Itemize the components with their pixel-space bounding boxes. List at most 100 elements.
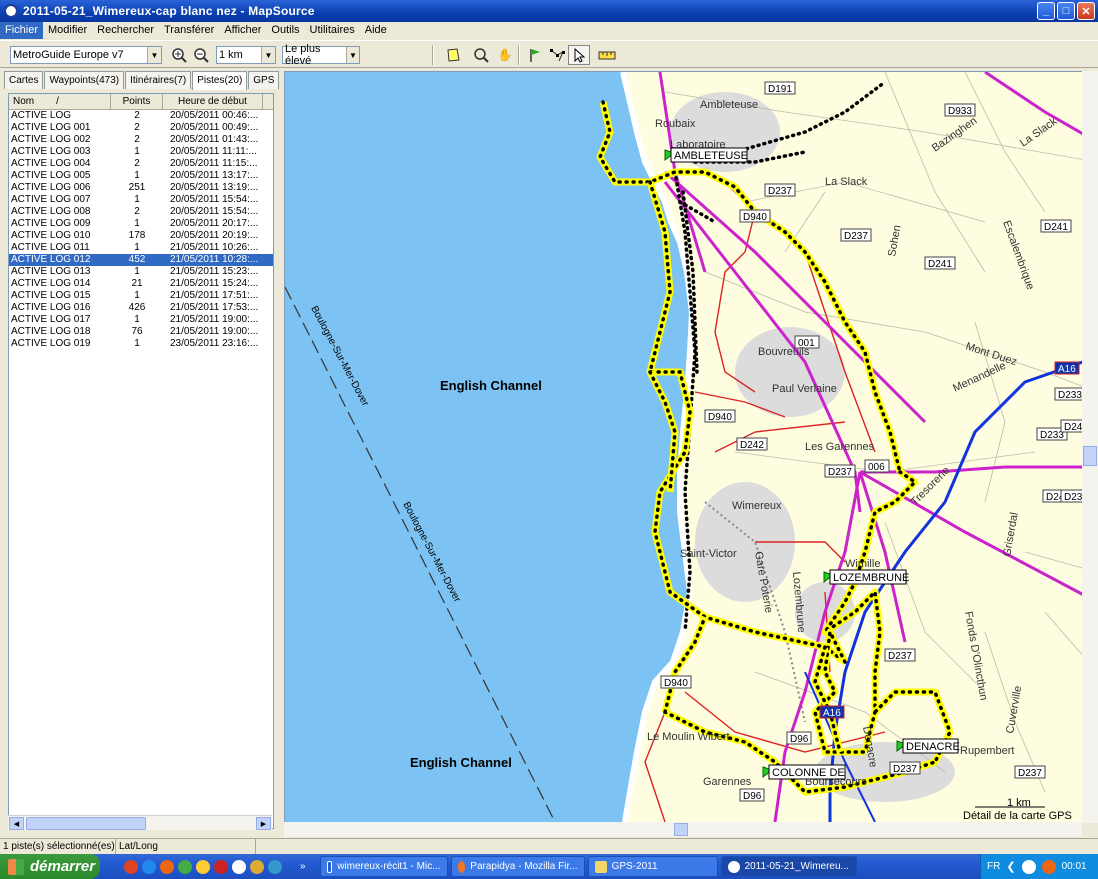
task-word[interactable]: wimereux-récit1 - Mic... [319,856,448,877]
track-name: ACTIVE LOG 001 [11,122,91,133]
waypoint[interactable]: DENACRE [896,738,960,754]
table-row[interactable]: ACTIVE LOG 017 1 21/05/2011 19:00:... [9,314,273,326]
language-indicator[interactable]: FR [987,861,1000,872]
chevron-down-icon[interactable]: ▼ [261,47,275,63]
track-start-time: 21/05/2011 17:53:... [170,302,259,313]
tray-app-icon[interactable] [1021,859,1036,874]
menu-utilitaires[interactable]: Utilitaires [305,22,360,39]
zoom-in-icon[interactable] [168,45,190,65]
table-row[interactable]: ACTIVE LOG 003 1 20/05/2011 11:11:... [9,146,273,158]
map-view[interactable]: D191 D933 D237 D940 D237 D241 D241 001 A16 D233 D9… [284,71,1098,823]
tab-pistes[interactable]: Pistes(20) [192,71,248,90]
svg-text:D237: D237 [768,186,792,197]
quicklaunch-app-icon[interactable] [196,859,210,874]
hand-pan-icon[interactable]: ✋ [494,45,516,65]
quicklaunch-app-icon[interactable] [178,859,192,874]
maximize-button[interactable]: □ [1057,2,1075,20]
zoom-tool-icon[interactable] [470,45,492,65]
quicklaunch-app-icon[interactable] [124,859,138,874]
waypoint[interactable]: COLONNE DE [762,764,846,780]
tab-waypoints[interactable]: Waypoints(473) [44,71,125,89]
track-points: 1 [134,218,140,229]
quicklaunch-app-icon[interactable] [214,859,228,874]
chevron-left-icon[interactable]: ❮ [1006,860,1015,873]
close-button[interactable]: ✕ [1077,2,1095,20]
scroll-thumb[interactable] [1083,446,1097,466]
table-row[interactable]: ACTIVE LOG 008 2 20/05/2011 15:54:... [9,206,273,218]
table-row[interactable]: ACTIVE LOG 011 1 21/05/2011 10:26:... [9,242,273,254]
map-tool-icon[interactable] [442,45,464,65]
quicklaunch-app-icon[interactable] [268,859,282,874]
table-row[interactable]: ACTIVE LOG 001 2 20/05/2011 00:49:... [9,122,273,134]
menu-outils[interactable]: Outils [266,22,304,39]
road-label: D237 [889,761,921,775]
start-button[interactable]: démarrer [0,854,100,879]
task-folder[interactable]: GPS-2011 [587,856,718,877]
selection-arrow-icon[interactable] [568,45,590,65]
chevron-down-icon[interactable]: ▼ [345,47,359,63]
mapsource-app-icon[interactable] [4,4,18,18]
map-hscrollbar[interactable] [284,822,1082,837]
table-row[interactable]: ACTIVE LOG 018 76 21/05/2011 19:00:... [9,326,273,338]
waypoint[interactable]: AMBLETEUSE [664,147,748,163]
chevron-right-icon[interactable]: » [300,861,306,872]
table-row[interactable]: ACTIVE LOG 010 178 20/05/2011 20:19:... [9,230,273,242]
track-list-hscrollbar[interactable]: ◀ ▶ [8,815,272,830]
table-row[interactable]: ACTIVE LOG 006 251 20/05/2011 13:19:... [9,182,273,194]
menu-afficher[interactable]: Afficher [219,22,266,39]
track-start-time: 21/05/2011 10:26:... [170,242,259,253]
menu-rechercher[interactable]: Rechercher [92,22,159,39]
task-firefox[interactable]: Parapidya - Mozilla Fir... [450,856,585,877]
menu-modifier[interactable]: Modifier [43,22,92,39]
chevron-down-icon[interactable]: ▼ [147,47,161,63]
track-start-time: 21/05/2011 19:00:... [170,314,259,325]
scroll-right-icon[interactable]: ▶ [256,817,271,830]
menu-aide[interactable]: Aide [360,22,392,39]
table-row[interactable]: ACTIVE LOG 005 1 20/05/2011 13:17:... [9,170,273,182]
place-name: Wimille [845,558,880,570]
scroll-left-icon[interactable]: ◀ [9,817,24,830]
tab-gps[interactable]: GPS [248,71,280,89]
column-header-nom[interactable]: Nom / [9,94,111,109]
quicklaunch-app-icon[interactable] [250,859,264,874]
table-row[interactable]: ACTIVE LOG 019 1 23/05/2011 23:16:... [9,338,273,350]
zoom-out-icon[interactable] [190,45,212,65]
map-vscrollbar[interactable] [1082,71,1098,823]
detail-level-select[interactable]: Le plus élevé ▼ [282,43,360,67]
minimize-button[interactable]: _ [1037,2,1055,20]
measure-ruler-icon[interactable] [596,45,618,65]
track-points: 251 [128,182,146,193]
ie-icon[interactable] [142,859,156,874]
menu-fichier[interactable]: Fichier [0,22,44,39]
table-row[interactable]: ACTIVE LOG 016 426 21/05/2011 17:53:... [9,302,273,314]
tab-itineraires[interactable]: Itinéraires(7) [125,71,192,89]
table-row[interactable]: ACTIVE LOG 014 21 21/05/2011 15:24:... [9,278,273,290]
table-row[interactable]: ACTIVE LOG 2 20/05/2011 00:46:... [9,110,273,122]
table-row[interactable]: ACTIVE LOG 013 1 21/05/2011 15:23:... [9,266,273,278]
menu-transferer[interactable]: Transférer [159,22,219,39]
scroll-thumb[interactable] [674,823,688,836]
route-tool-icon[interactable] [546,45,568,65]
scroll-thumb[interactable] [26,817,146,830]
table-row[interactable]: ACTIVE LOG 009 1 20/05/2011 20:17:... [9,218,273,230]
table-row[interactable]: ACTIVE LOG 015 1 21/05/2011 17:51:... [9,290,273,302]
map-canvas[interactable]: D191D933D237D940D237D241D241001A16D233D9… [285,72,1097,822]
sea-label: English Channel [440,378,542,393]
table-row[interactable]: ACTIVE LOG 012 452 21/05/2011 10:28:... [9,254,273,266]
track-points: 2 [134,110,140,121]
tray-app-icon[interactable] [1041,859,1056,874]
waypoint-flag-icon[interactable] [524,45,546,65]
table-row[interactable]: ACTIVE LOG 007 1 20/05/2011 15:54:... [9,194,273,206]
table-row[interactable]: ACTIVE LOG 004 2 20/05/2011 11:15:... [9,158,273,170]
tab-cartes[interactable]: Cartes [4,71,44,89]
table-row[interactable]: ACTIVE LOG 002 2 20/05/2011 01:43:... [9,134,273,146]
map-product-select[interactable]: MetroGuide Europe v7 ▼ [10,46,162,64]
waypoint[interactable]: LOZEMBRUNE [823,569,909,585]
firefox-icon[interactable] [160,859,174,874]
quicklaunch-app-icon[interactable] [232,859,246,874]
column-header-points[interactable]: Points [111,94,163,109]
track-rows: ACTIVE LOG 2 20/05/2011 00:46:... ACTIVE LO… [9,110,273,350]
zoom-level-select[interactable]: 1 km ▼ [216,46,276,64]
task-mapsource[interactable]: 2011-05-21_Wimereu... [720,856,857,877]
column-header-heure[interactable]: Heure de début [163,94,263,109]
